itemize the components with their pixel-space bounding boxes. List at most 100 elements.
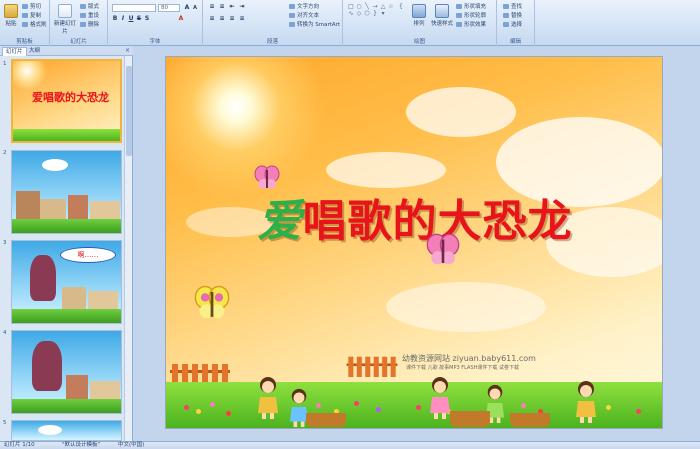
strike-button[interactable]: S [136,16,142,22]
slide-title-first-char: 爱 [257,196,303,247]
slide-thumbnail-4[interactable] [11,330,122,414]
shape-outline-button[interactable]: 形状轮廓 [456,12,486,20]
ribbon: 粘贴 剪切 复制 格式刷 剪贴板 新建幻灯片 版式 重设 删除 幻灯片 80 A… [0,0,700,46]
align-center-icon[interactable]: ≡ [219,16,225,22]
flower [636,409,641,414]
tab-outline[interactable]: 大纲 [26,47,43,56]
shape-effects-button[interactable]: 形状效果 [456,21,486,29]
text-direction-button[interactable]: 文字方向 [289,3,319,11]
slides-group-label: 幻灯片 [70,39,87,45]
paste-button[interactable]: 粘贴 [3,4,19,27]
dinosaur-figure [32,341,62,391]
thumb-building [16,191,40,221]
editing-group: 查找 替换 选择 编辑 [497,0,535,46]
bold-button[interactable]: B [112,16,118,22]
shrink-font-icon[interactable]: A [192,5,198,11]
flower-basket [450,411,490,427]
bracket-shape-icon[interactable]: } [372,11,378,17]
fence-center [346,356,398,377]
smartart-button[interactable]: 转换为 SmartArt [289,21,340,29]
flower [316,403,321,408]
flower-basket [306,413,346,427]
binoculars-icon [503,4,509,9]
decrease-indent-icon[interactable]: ⇤ [229,4,235,10]
shapes-gallery[interactable]: □ ○ ╲ → △ ☆ {∿ ◇ ⬡} ▾ [347,3,407,17]
thumb-number: 3 [3,240,7,246]
flower [521,403,526,408]
arrange-icon [412,4,426,18]
slides-panel: 幻灯片 大纲 × 1 爱唱歌的大恐龙 2 3 啊…… 4 5 [0,46,133,441]
brace-shape-icon[interactable]: { [398,4,404,10]
thumb-number: 1 [3,61,7,67]
quick-styles-button[interactable]: 快速样式 [431,4,453,27]
layout-button[interactable]: 版式 [80,3,99,11]
align-right-icon[interactable]: ≡ [229,16,235,22]
curve-shape-icon[interactable]: ∿ [348,11,354,17]
slide-thumbnail-2[interactable] [11,150,122,234]
align-text-button[interactable]: 对齐文本 [289,12,319,20]
callout-shape-icon[interactable]: ◇ [356,11,362,17]
panel-tabs: 幻灯片 大纲 × [0,46,133,56]
star-shape-icon[interactable]: ☆ [388,4,394,10]
language-indicator[interactable]: 中文(中国) [118,442,144,449]
copy-button[interactable]: 复制 [22,12,41,20]
child-figure [430,377,450,419]
flower [210,402,215,407]
thumb-number: 5 [3,420,7,426]
delete-icon [80,22,86,27]
shadow-button[interactable]: S [144,16,150,22]
clipboard-group-label: 剪贴板 [16,39,33,45]
thumb-number: 2 [3,150,7,156]
close-icon[interactable]: × [125,47,130,54]
slide-title[interactable]: 爱唱歌的大恐龙 [166,185,662,249]
flower [226,411,231,416]
tab-slides[interactable]: 幻灯片 [2,47,27,56]
panel-scrollbar[interactable] [124,56,132,441]
grow-font-icon[interactable]: A [184,5,190,11]
reset-button[interactable]: 重设 [80,12,99,20]
status-bar: 幻灯片 1/10 "默认设计模板" 中文(中国) [0,441,700,449]
thumb-number: 4 [3,330,7,336]
find-button[interactable]: 查找 [503,3,522,11]
slide-canvas[interactable]: 爱唱歌的大恐龙 幼教资源网站 ziyuan.baby611.com 课件下载 儿… [165,56,663,429]
thumb-cloud [42,159,68,171]
font-color-button[interactable]: A [178,16,184,22]
flower [184,405,189,410]
format-painter-button[interactable]: 格式刷 [22,21,47,29]
editing-group-label: 编辑 [509,39,521,45]
more-shapes-icon[interactable]: ▾ [380,11,386,17]
font-size-combo[interactable]: 80 [158,4,180,12]
thumb-title: 爱唱歌的大恐龙 [32,91,109,104]
increase-indent-icon[interactable]: ⇥ [239,4,245,10]
flower [196,409,201,414]
justify-icon[interactable]: ≡ [239,16,245,22]
hex-shape-icon[interactable]: ⬡ [364,11,370,17]
theme-name[interactable]: "默认设计模板" [62,442,100,449]
cut-button[interactable]: 剪切 [22,3,41,11]
align-left-icon[interactable]: ≡ [209,16,215,22]
slide-thumbnail-5[interactable] [11,420,122,441]
scrollbar-thumb[interactable] [126,66,132,156]
numbering-icon[interactable]: ≡ [219,4,225,10]
underline-button[interactable]: U [128,16,134,22]
replace-icon [503,13,509,18]
child-figure [576,381,596,423]
shape-fill-button[interactable]: 形状填充 [456,3,486,11]
bullets-icon[interactable]: ≡ [209,4,215,10]
butterfly-icon [426,233,460,265]
font-name-combo[interactable] [112,4,156,12]
font-group-label: 字体 [149,39,161,45]
butterfly-icon [194,285,230,319]
delete-slide-button[interactable]: 删除 [80,21,99,29]
new-slide-button[interactable]: 新建幻灯片 [53,4,77,35]
arrange-button[interactable]: 排列 [411,4,427,27]
brush-icon [22,22,28,27]
slide-thumbnail-1[interactable]: 爱唱歌的大恐龙 [11,59,122,143]
select-icon [503,22,509,27]
italic-button[interactable]: I [120,16,126,22]
text-direction-icon [289,4,295,9]
slide-thumbnail-3[interactable]: 啊…… [11,240,122,324]
flower-basket [510,413,550,427]
select-button[interactable]: 选择 [503,21,522,29]
replace-button[interactable]: 替换 [503,12,522,20]
